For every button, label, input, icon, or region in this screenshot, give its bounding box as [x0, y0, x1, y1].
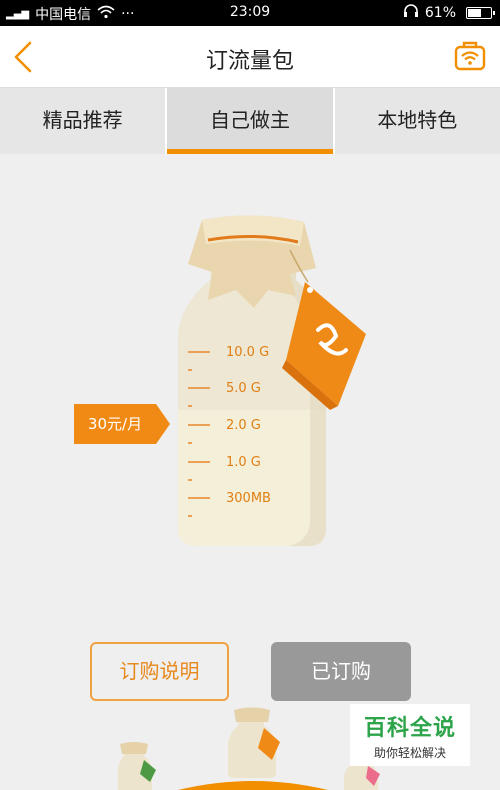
battery-icon	[466, 7, 495, 19]
scale-label-5g: 5.0 G	[226, 381, 261, 396]
tab-recommended[interactable]: 精品推荐	[0, 88, 168, 154]
price-slider-handle[interactable]: 30元/月	[74, 404, 170, 444]
carousel-bottle-center[interactable]	[222, 706, 282, 778]
headset-icon	[403, 4, 419, 22]
scale-label-1g: 1.0 G	[226, 455, 261, 470]
order-info-button[interactable]: 订购说明	[90, 642, 229, 701]
status-bar: ▂▄▆ 中国电信 ··· 23:09 61%	[0, 0, 500, 26]
scale-label-300mb: 300MB	[226, 491, 271, 506]
scale-label-10g: 10.0 G	[226, 345, 270, 360]
title-bar: 订流量包	[0, 26, 500, 88]
status-right: 61%	[403, 4, 495, 22]
page-title: 订流量包	[205, 49, 294, 74]
tab-local[interactable]: 本地特色	[335, 88, 500, 154]
carousel-highlight	[178, 781, 328, 790]
watermark-logo: 百科全说 助你轻松解决	[350, 704, 470, 766]
watermark-sub: 助你轻松解决	[373, 746, 446, 760]
tab-bar: 精品推荐 自己做主 本地特色	[0, 88, 500, 154]
price-label: 30元/月	[87, 415, 143, 433]
wifi-package-button[interactable]	[454, 40, 486, 72]
wifi-box-icon	[454, 41, 486, 71]
carousel-bottle-left[interactable]	[110, 740, 160, 790]
battery-percent: 61%	[424, 5, 456, 21]
scale-label-2g: 2.0 G	[226, 418, 261, 433]
subscribed-button[interactable]: 已订购	[271, 642, 411, 701]
tab-self-choice[interactable]: 自己做主	[167, 88, 335, 154]
battery-fill	[468, 9, 481, 17]
watermark-main: 百科全说	[363, 716, 456, 741]
